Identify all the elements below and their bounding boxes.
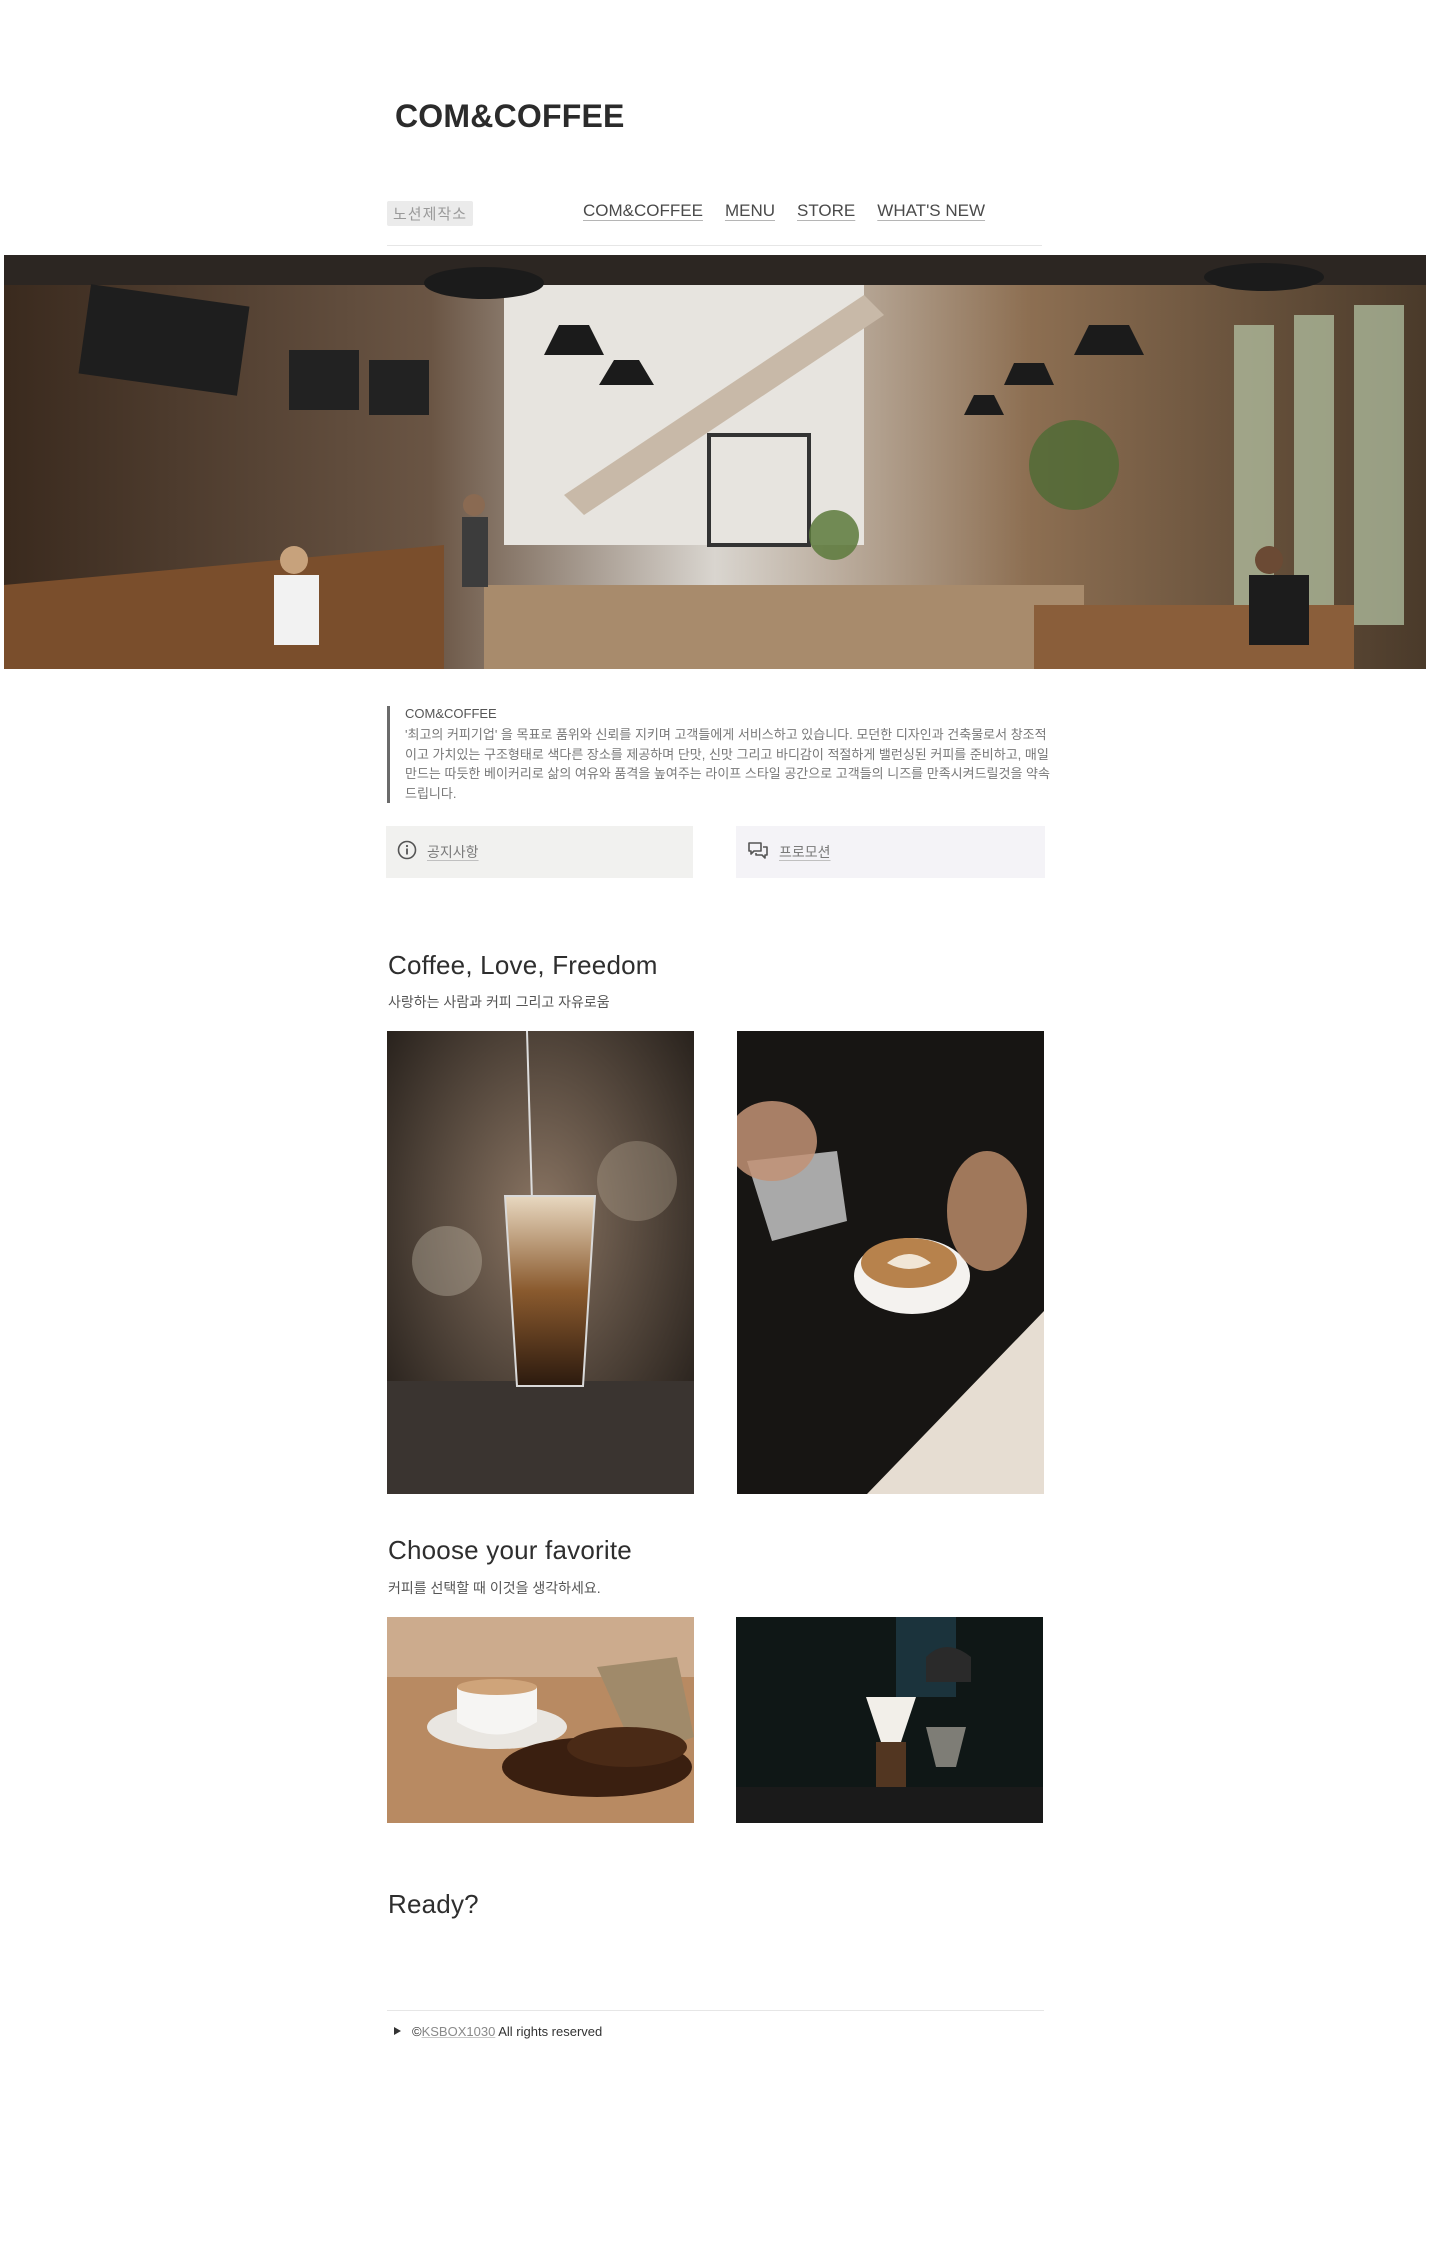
section-subtitle-1: 사랑하는 사람과 커피 그리고 자유로움: [388, 994, 610, 1010]
nav-logo[interactable]: 노션제작소: [387, 201, 474, 226]
latte-art-pour-photo: [737, 1031, 1044, 1494]
intro-body: '최고의 커피기업' 을 목표로 품위와 신뢰를 지키며 고객들에게 서비스하고…: [405, 727, 1050, 801]
nav-links: COM&COFFEE MENU STORE WHAT'S NEW: [583, 201, 985, 221]
footer-divider: [387, 2010, 1044, 2011]
nav-link-whats-new[interactable]: WHAT'S NEW: [877, 201, 985, 221]
intro-title: COM&COFFEE: [405, 706, 497, 721]
top-nav: 노션제작소 COM&COFFEE MENU STORE WHAT'S NEW: [387, 193, 1042, 246]
section-heading-choose-favorite: Choose your favorite: [388, 1535, 632, 1565]
promotion-callout[interactable]: 프로모션: [736, 826, 1045, 878]
copyright-symbol: ©: [412, 2024, 422, 2039]
promotion-label[interactable]: 프로모션: [779, 842, 831, 862]
nav-link-comcoffee[interactable]: COM&COFFEE: [583, 201, 703, 221]
footer-rights: All rights reserved: [498, 2024, 603, 2039]
coffee-beans-cup-photo: [387, 1617, 694, 1823]
intro-quote: COM&COFFEE '최고의 커피기업' 을 목표로 품위와 신뢰를 지키며 …: [387, 706, 1055, 803]
footer-link[interactable]: KSBOX1030: [422, 2024, 496, 2039]
footer-toggle[interactable]: ©KSBOX1030 All rights reserved: [392, 2024, 602, 2039]
site-brand: COM&COFFEE: [395, 98, 625, 134]
pour-over-brewing-photo: [736, 1617, 1043, 1823]
notice-callout[interactable]: 공지사항: [386, 826, 693, 878]
section-subtitle-2: 커피를 선택할 때 이것을 생각하세요.: [388, 1580, 601, 1596]
chat-bubbles-icon: [746, 839, 770, 866]
iced-latte-photo: [387, 1031, 694, 1494]
hero-cafe-interior-image: [4, 255, 1426, 669]
info-icon: [396, 839, 418, 866]
section-heading-coffee-love-freedom: Coffee, Love, Freedom: [388, 950, 658, 980]
notice-label[interactable]: 공지사항: [427, 842, 479, 862]
nav-link-store[interactable]: STORE: [797, 201, 855, 221]
footer-text: ©KSBOX1030 All rights reserved: [412, 2024, 602, 2039]
toggle-triangle-icon[interactable]: [392, 2024, 402, 2039]
section-heading-ready: Ready?: [388, 1889, 479, 1919]
nav-link-menu[interactable]: MENU: [725, 201, 775, 221]
